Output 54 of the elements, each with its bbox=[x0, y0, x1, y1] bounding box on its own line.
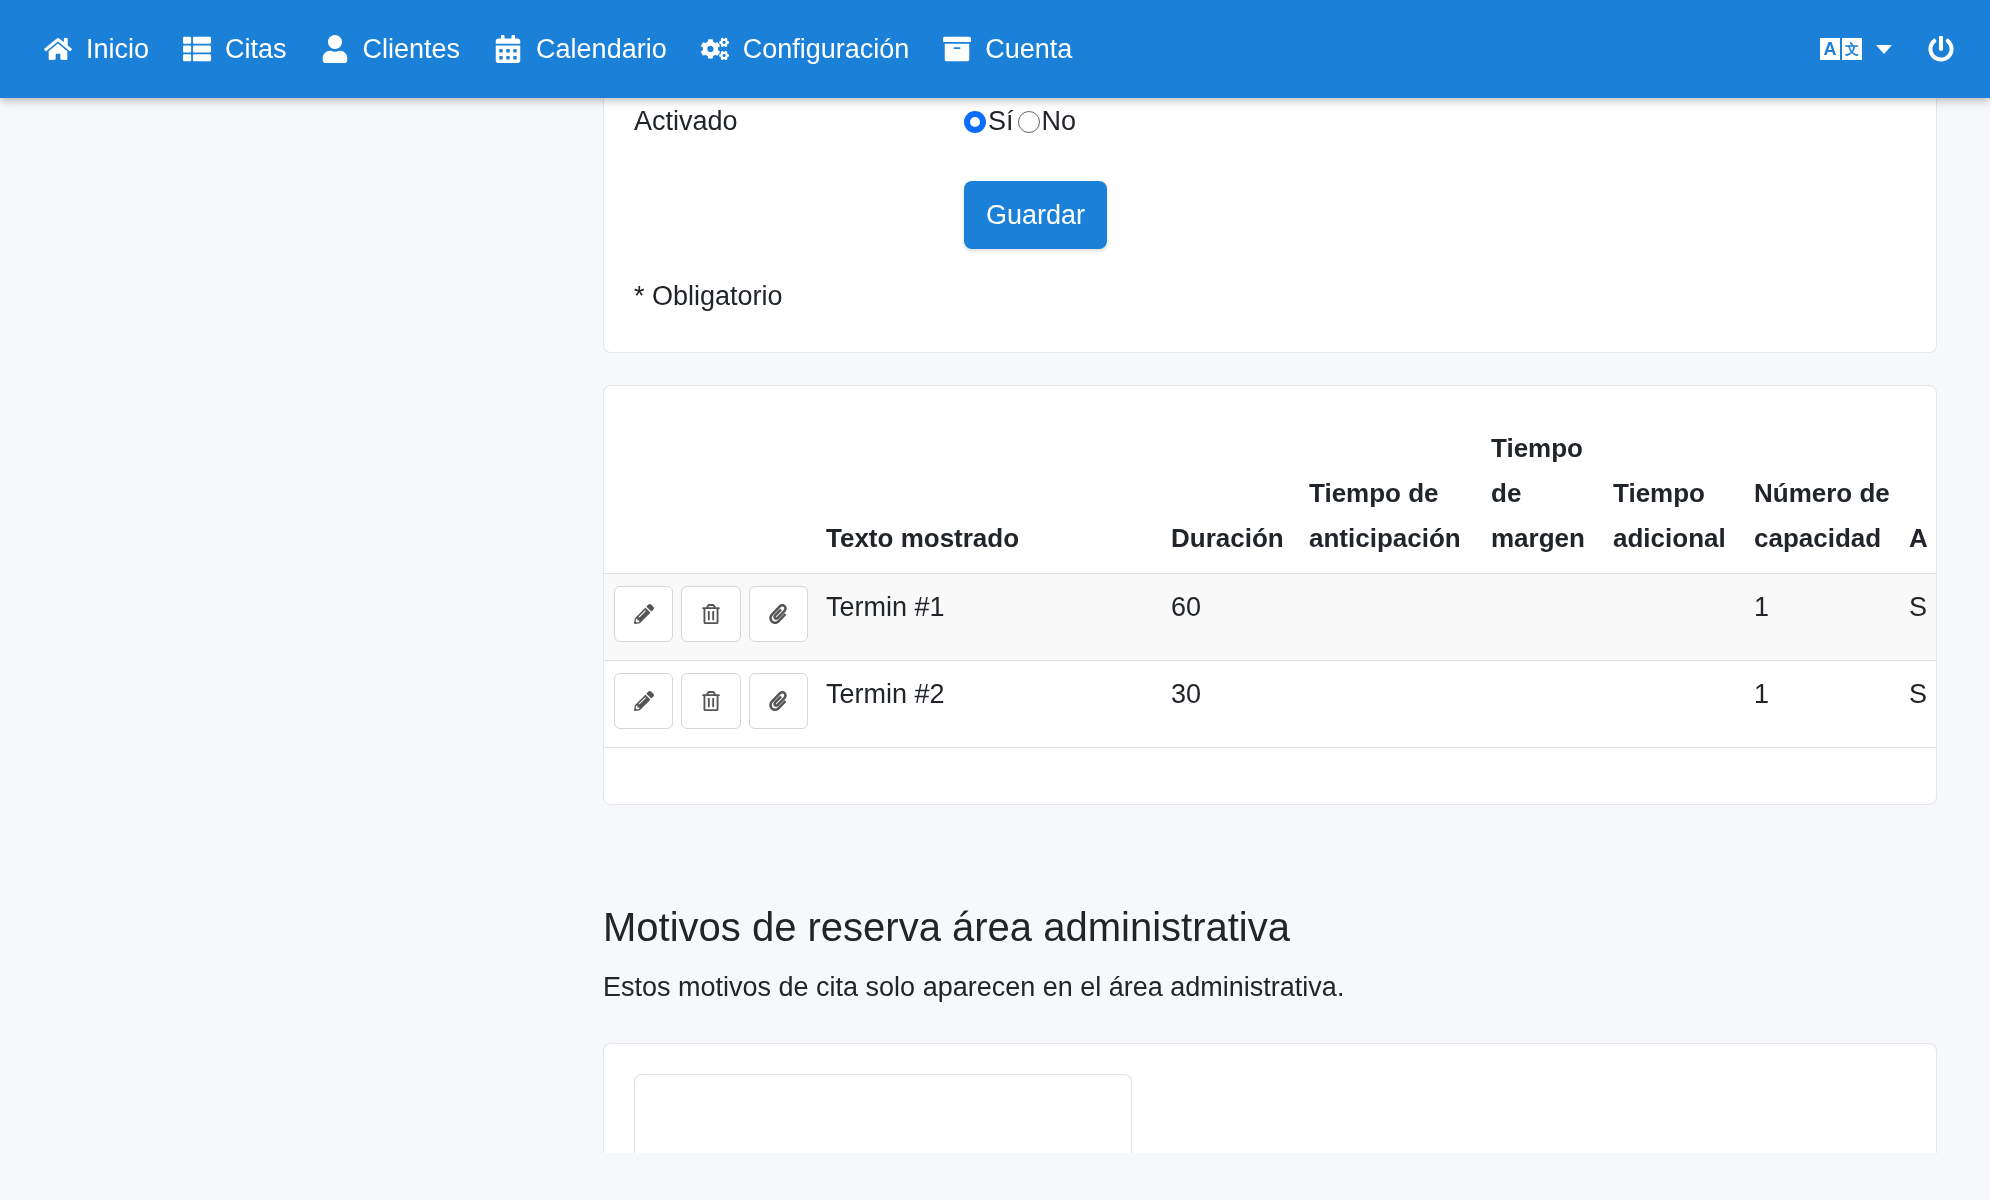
table-cell: Termin #1 bbox=[826, 592, 945, 622]
column-header: A bbox=[1909, 523, 1928, 553]
language-glyph: A bbox=[1820, 38, 1840, 60]
nav-link[interactable]: Calendario bbox=[494, 33, 667, 65]
radio-button[interactable] bbox=[1017, 110, 1040, 133]
list-icon bbox=[183, 35, 212, 63]
column-header: Tiempo de anticipación bbox=[1309, 478, 1461, 553]
section-title: Motivos de reserva área administrativa bbox=[603, 905, 1291, 950]
attach-button[interactable] bbox=[748, 586, 808, 642]
user-icon bbox=[320, 35, 349, 63]
delete-button[interactable] bbox=[681, 586, 741, 642]
edit-button[interactable] bbox=[614, 673, 674, 729]
pencil-icon bbox=[633, 604, 654, 624]
table-cell: Termin #2 bbox=[826, 679, 945, 709]
home-icon bbox=[44, 35, 72, 63]
edit-button[interactable] bbox=[614, 586, 674, 642]
gears-icon bbox=[700, 35, 729, 63]
save-button[interactable]: Guardar bbox=[964, 181, 1108, 249]
radio-button[interactable] bbox=[964, 110, 986, 133]
paperclip-icon bbox=[768, 604, 789, 624]
paperclip-icon bbox=[768, 691, 789, 711]
language-dropdown[interactable]: A 文 bbox=[1820, 38, 1892, 60]
nav-link[interactable]: Clientes bbox=[320, 33, 461, 65]
radio-option[interactable]: No bbox=[1017, 106, 1077, 137]
archive-box-icon bbox=[943, 35, 972, 63]
column-header: Número de capacidad bbox=[1754, 478, 1890, 553]
attach-button[interactable] bbox=[748, 673, 808, 729]
language-glyph: 文 bbox=[1842, 38, 1862, 60]
radio-option[interactable]: Sí bbox=[964, 106, 1014, 137]
table-cell: 60 bbox=[1171, 592, 1202, 622]
column-header: Duración bbox=[1171, 523, 1284, 553]
column-header: Texto mostrado bbox=[826, 523, 1020, 553]
table-cell: S bbox=[1909, 679, 1927, 709]
delete-button[interactable] bbox=[681, 673, 741, 729]
caret-icon bbox=[1876, 44, 1892, 54]
table-cell: 1 bbox=[1754, 592, 1770, 622]
nav-link[interactable]: Configuración bbox=[700, 33, 910, 65]
section-description: Estos motivos de cita solo aparecen en el área administrativa. bbox=[603, 972, 1346, 1003]
required-note: * Obligatorio bbox=[634, 281, 784, 312]
table-cell: 1 bbox=[1754, 679, 1770, 709]
nav-link[interactable]: Cuenta bbox=[943, 33, 1073, 65]
power-icon bbox=[1928, 36, 1954, 62]
table-cell: S bbox=[1909, 592, 1927, 622]
table-cell: 30 bbox=[1171, 679, 1202, 709]
nav-link[interactable]: Citas bbox=[183, 33, 287, 65]
column-header: Tiempo de margen bbox=[1491, 433, 1585, 553]
logout-button[interactable] bbox=[1928, 36, 1954, 62]
column-header: Tiempo adicional bbox=[1613, 478, 1726, 553]
field-label: Activado bbox=[634, 106, 739, 137]
pencil-icon bbox=[633, 691, 654, 711]
calendar-icon bbox=[494, 35, 523, 63]
trash-icon bbox=[701, 604, 721, 624]
nav-link[interactable]: Inicio bbox=[44, 33, 150, 65]
trash-icon bbox=[701, 691, 721, 711]
